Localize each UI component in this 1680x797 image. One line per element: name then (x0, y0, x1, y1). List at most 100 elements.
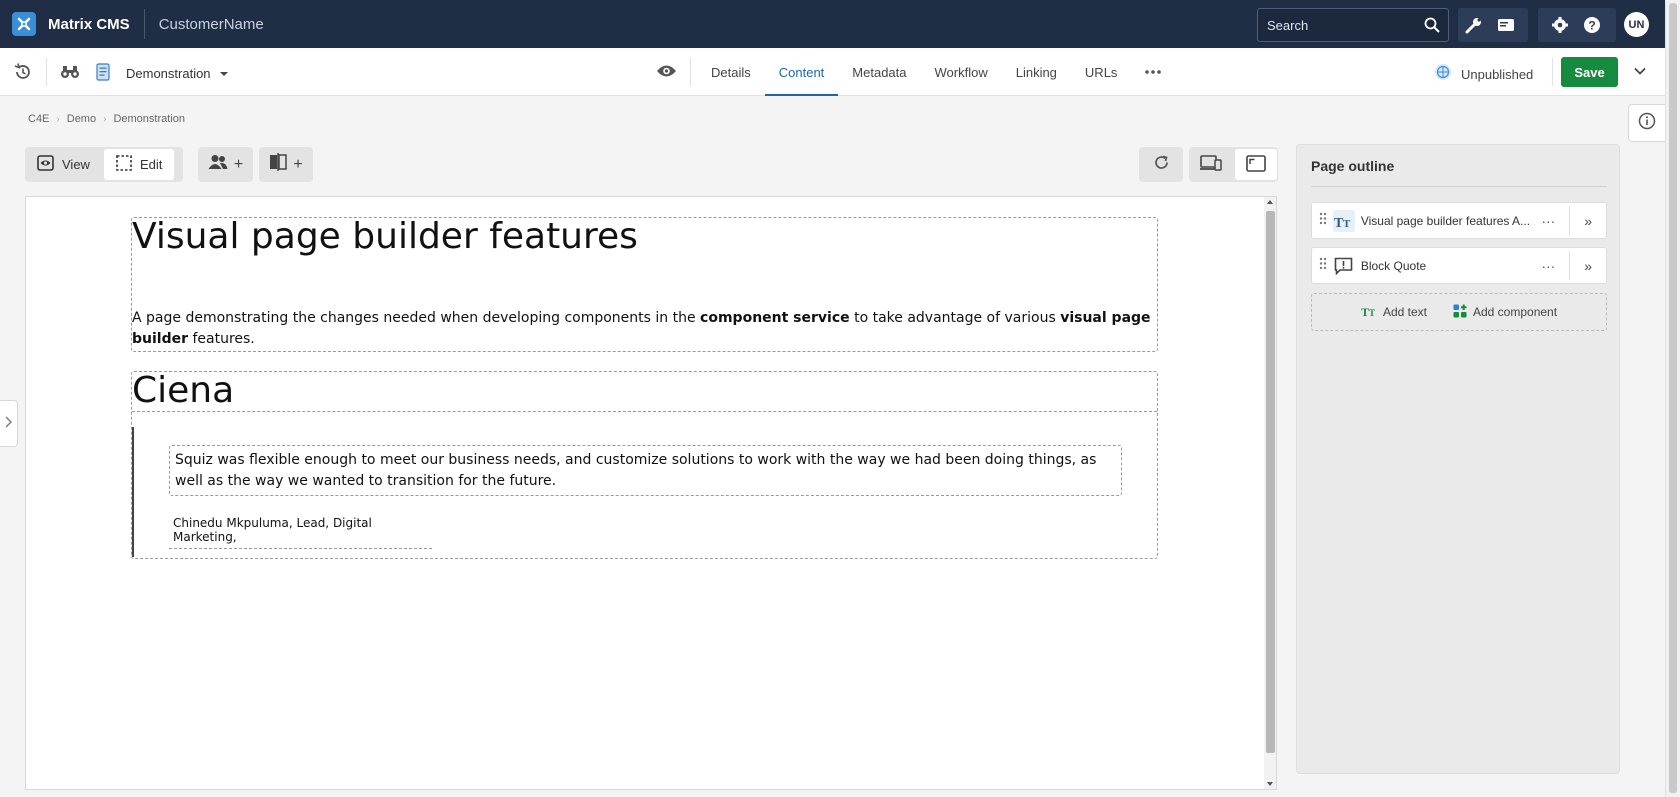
divider (1552, 58, 1553, 86)
svg-text:?: ? (1588, 19, 1595, 33)
global-search[interactable] (1257, 8, 1449, 42)
page-scroll-thumb[interactable] (1669, 3, 1677, 793)
breadcrumb-item[interactable]: Demonstration (113, 113, 185, 125)
scroll-up-icon[interactable] (1267, 200, 1273, 204)
add-text-label: Add text (1382, 305, 1427, 319)
more-options-icon[interactable]: ··· (1537, 258, 1559, 274)
fullscreen-view-button[interactable] (1235, 149, 1277, 180)
asset-toolbar: Demonstration Details Content Metadata W… (0, 48, 1665, 96)
tab-linking[interactable]: Linking (1002, 48, 1071, 96)
page-heading[interactable]: Visual page builder features (132, 216, 638, 257)
info-panel-button[interactable] (1628, 104, 1665, 142)
canvas-scrollbar[interactable] (1264, 197, 1276, 789)
save-options-chevron-icon[interactable] (1634, 67, 1646, 75)
add-component-label: Add component (1472, 305, 1558, 319)
quote-citation-block[interactable]: Chinedu Mkpuluma, Lead, Digital Marketin… (169, 516, 432, 549)
save-button[interactable]: Save (1561, 57, 1618, 87)
tab-metadata[interactable]: Metadata (838, 48, 920, 96)
wrench-icon[interactable] (1458, 8, 1490, 42)
view-edit-toggle: View Edit (25, 147, 183, 182)
page-asset-icon (96, 63, 110, 81)
more-tabs-icon[interactable] (1131, 48, 1175, 96)
outline-item[interactable]: TT Visual page builder features A... ···… (1311, 202, 1607, 239)
refresh-button[interactable] (1139, 147, 1183, 182)
add-persona-button[interactable]: + (198, 147, 253, 182)
expand-left-panel-button[interactable] (0, 400, 18, 447)
quote-text-block[interactable]: Squiz was flexible enough to meet our bu… (169, 445, 1122, 496)
breadcrumb: C4E › Demo › Demonstration (28, 113, 185, 125)
info-icon (1638, 112, 1656, 135)
quote-left-rule (132, 427, 134, 557)
expand-chevrons-icon[interactable]: » (1570, 213, 1606, 229)
breadcrumb-separator-icon: › (103, 113, 107, 125)
intro-paragraph[interactable]: A page demonstrating the changes needed … (132, 308, 1156, 350)
page-outline-panel: Page outline TT Visual page builder feat… (1296, 144, 1620, 774)
breadcrumb-item[interactable]: Demo (67, 113, 96, 125)
outline-item[interactable]: Block Quote ··· » (1311, 247, 1607, 284)
user-avatar[interactable]: UN (1624, 12, 1649, 37)
asset-tabs: Details Content Metadata Workflow Linkin… (697, 48, 1175, 96)
top-navigation-bar: Matrix CMS CustomerName ? UN (0, 0, 1680, 48)
text-icon: TT (1333, 209, 1355, 232)
page-scrollbar[interactable] (1665, 0, 1680, 797)
expand-chevrons-icon[interactable]: » (1570, 258, 1606, 274)
tab-details[interactable]: Details (697, 48, 765, 96)
page-preview-canvas: Visual page builder features A page demo… (25, 196, 1277, 790)
text-component-block[interactable]: Visual page builder features A page demo… (131, 216, 1158, 352)
breadcrumb-item[interactable]: C4E (28, 113, 49, 125)
edit-mode-button[interactable]: Edit (103, 149, 175, 180)
breadcrumb-separator-icon: › (56, 113, 60, 125)
scroll-down-icon[interactable] (1267, 782, 1273, 786)
more-options-icon[interactable]: ··· (1537, 213, 1559, 229)
status-text: Unpublished (1461, 67, 1534, 82)
outline-title: Page outline (1311, 158, 1395, 174)
responsive-view-button[interactable] (1189, 149, 1233, 180)
svg-text:T: T (1343, 218, 1351, 228)
matrix-logo-icon[interactable] (12, 12, 36, 36)
block-quote-component[interactable]: Ciena Squiz was flexible enough to meet … (131, 370, 1158, 559)
plus-icon: + (293, 155, 303, 173)
search-icon[interactable] (1424, 17, 1440, 38)
divider (1311, 186, 1607, 187)
search-input[interactable] (1267, 17, 1417, 33)
status-globe-icon (1434, 63, 1452, 86)
gear-icon[interactable] (1544, 8, 1576, 42)
divider (690, 58, 691, 86)
view-mode-button[interactable]: View (25, 149, 102, 180)
view-icon (37, 155, 54, 174)
outline-item-label: Block Quote (1360, 258, 1427, 273)
scroll-thumb[interactable] (1266, 211, 1275, 753)
device-toggle (1189, 147, 1278, 182)
divider (143, 9, 145, 39)
select-area-icon (116, 155, 132, 174)
devices-icon (1200, 155, 1222, 174)
quote-citation: Chinedu Mkpuluma, Lead, Digital Marketin… (173, 516, 372, 544)
preview-eye-icon[interactable] (656, 63, 677, 79)
add-content-area: TT Add text Add component (1311, 293, 1607, 331)
split-view-icon (269, 153, 288, 176)
refresh-icon (1153, 154, 1170, 176)
binoculars-icon[interactable] (60, 63, 80, 81)
add-component-button[interactable]: Add component (1453, 304, 1557, 321)
panel-icon[interactable] (1490, 8, 1522, 42)
add-text-icon: TT (1361, 305, 1377, 320)
drag-handle-icon[interactable] (1319, 257, 1327, 275)
quote-heading-area (132, 372, 1157, 412)
tab-content[interactable]: Content (764, 48, 839, 96)
quote-text: Squiz was flexible enough to meet our bu… (175, 452, 1097, 489)
people-icon (208, 154, 228, 175)
add-variant-button[interactable]: + (259, 147, 313, 182)
divider (46, 58, 47, 86)
add-text-button[interactable]: TT Add text (1361, 305, 1427, 320)
tab-urls[interactable]: URLs (1071, 48, 1132, 96)
customer-name: CustomerName (158, 15, 264, 33)
chevron-right-icon (5, 415, 12, 433)
history-icon[interactable] (13, 62, 33, 82)
view-mode-label: View (62, 157, 90, 172)
svg-text:T: T (1369, 308, 1375, 317)
asset-selector[interactable]: Demonstration (126, 64, 229, 82)
tab-workflow[interactable]: Workflow (921, 48, 1002, 96)
drag-handle-icon[interactable] (1319, 212, 1327, 230)
help-icon[interactable]: ? (1576, 8, 1608, 42)
quote-heading[interactable]: Ciena (132, 370, 234, 411)
